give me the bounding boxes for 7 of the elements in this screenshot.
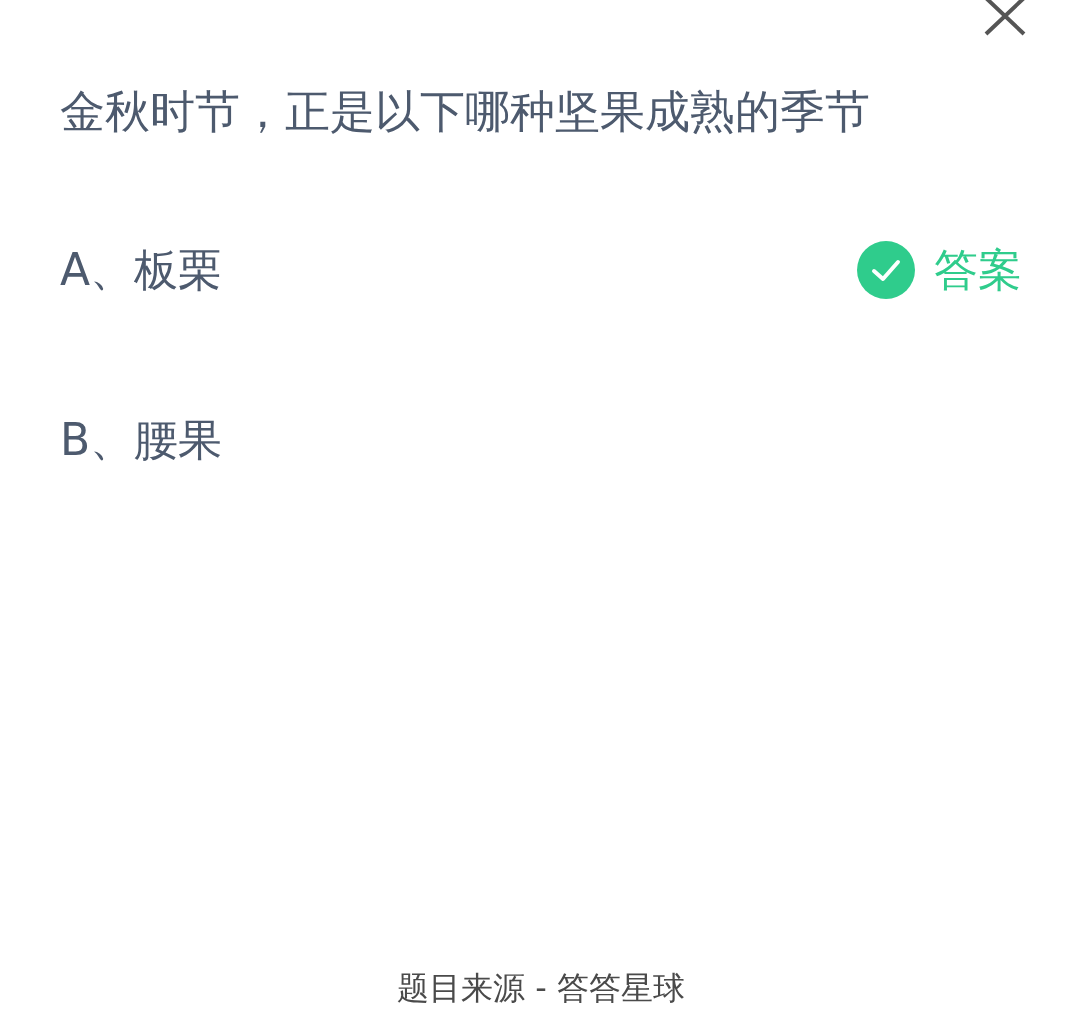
- close-icon[interactable]: [982, 0, 1028, 36]
- answer-option[interactable]: A、板栗: [60, 240, 223, 300]
- source-caption: 题目来源 - 答答星球: [397, 968, 685, 1009]
- question-text: 金秋时节，正是以下哪种坚果成熟的季节: [60, 84, 871, 140]
- check-icon: [856, 240, 916, 300]
- answer-label: 答案: [934, 242, 1022, 297]
- answer-option[interactable]: B、腰果: [60, 410, 223, 470]
